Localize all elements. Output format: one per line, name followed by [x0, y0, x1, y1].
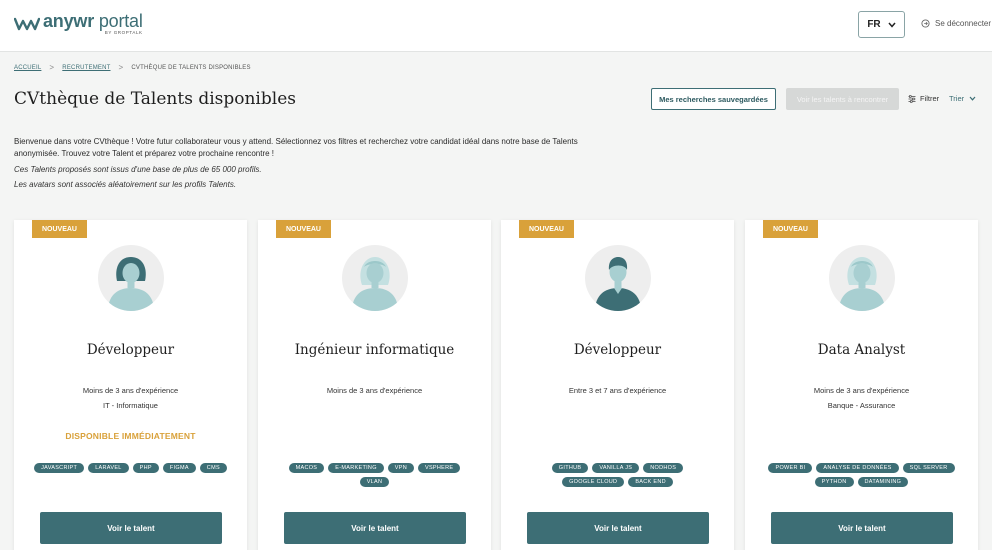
man-avatar-icon — [595, 257, 641, 311]
skill-tag: VLAN — [359, 477, 390, 487]
chevron-down-icon — [969, 96, 976, 101]
new-badge: NOUVEAU — [519, 220, 574, 238]
intro-avatar-info: Les avatars sont associés aléatoirement … — [14, 180, 237, 189]
woman-avatar-icon — [108, 257, 154, 311]
avatar — [342, 245, 408, 311]
skill-tag: VPN — [387, 463, 414, 473]
sort-label: Trier — [949, 94, 965, 103]
see-talents-to-meet-button[interactable]: Voir les talents à rencontrer — [786, 88, 899, 110]
skill-tag: SQL SERVER — [902, 463, 955, 473]
skill-tag: POWER BI — [768, 463, 813, 473]
talent-card: NOUVEAU Développeur Moins de 3 ans d'exp… — [14, 220, 247, 550]
breadcrumb-separator: > — [49, 63, 55, 72]
breadcrumb-current: CVTHÈQUE DE TALENTS DISPONIBLES — [131, 64, 251, 71]
skill-tags: JAVASCRIPT LARAVEL PHP FIGMA CMS — [34, 463, 227, 473]
skill-tag: JAVASCRIPT — [34, 463, 85, 473]
skill-tag: MACOS — [288, 463, 325, 473]
availability-text: DISPONIBLE IMMÉDIATEMENT — [65, 431, 196, 441]
avatar — [98, 245, 164, 311]
job-title: Développeur — [573, 342, 662, 358]
new-badge: NOUVEAU — [276, 220, 331, 238]
skill-tag: FIGMA — [162, 463, 196, 473]
job-title: Data Analyst — [817, 342, 906, 358]
avatar — [829, 245, 895, 311]
new-badge: NOUVEAU — [32, 220, 87, 238]
skill-tag: NODHOS — [643, 463, 684, 473]
sort-dropdown[interactable]: Trier — [949, 94, 976, 103]
logo-wave-icon — [14, 17, 40, 31]
skill-tags: GITHUB VANILLA JS NODHOS GOOGLE CLOUD BA… — [521, 463, 714, 487]
skill-tags: POWER BI ANALYSE DE DONNÉES SQL SERVER P… — [765, 463, 958, 487]
logout-label: Se déconnecter — [935, 19, 992, 28]
language-select[interactable]: FR — [858, 11, 905, 38]
skill-tag: DATAMINING — [857, 477, 909, 487]
filter-sliders-icon — [908, 94, 916, 103]
anywr-logo[interactable]: anywr portal BY GROPTALK — [14, 12, 143, 36]
logo-bold-text: anywr — [43, 11, 95, 31]
avatar — [585, 245, 651, 311]
breadcrumb-separator: > — [118, 63, 124, 72]
skill-tag: PHP — [132, 463, 159, 473]
skill-tag: GITHUB — [551, 463, 589, 473]
logout-link[interactable]: Se déconnecter — [921, 19, 991, 28]
talent-card: NOUVEAU Data Analyst Moins de 3 ans d'ex… — [745, 220, 978, 550]
saved-searches-button[interactable]: Mes recherches sauvegardées — [651, 88, 776, 110]
skill-tags: MACOS E-MARKETING VPN VSPHERE VLAN — [278, 463, 471, 487]
breadcrumb-home[interactable]: ACCUEIL — [14, 65, 41, 71]
chevron-down-icon — [888, 22, 896, 28]
experience-text: Moins de 3 ans d'expérience — [326, 386, 423, 395]
intro-text: Bienvenue dans votre CVthèque ! Votre fu… — [14, 136, 614, 194]
experience-text: Moins de 3 ans d'expérience — [813, 386, 910, 395]
logo-subtitle: BY GROPTALK — [104, 30, 143, 35]
skill-tag: CMS — [199, 463, 227, 473]
skill-tag: ANALYSE DE DONNÉES — [816, 463, 899, 473]
woman-avatar-icon — [352, 257, 398, 311]
breadcrumb-recruitment[interactable]: RECRUTEMENT — [62, 65, 110, 71]
skill-tag: E-MARKETING — [328, 463, 384, 473]
talent-card: NOUVEAU Développeur Entre 3 et 7 ans d'e… — [501, 220, 734, 550]
new-badge: NOUVEAU — [763, 220, 818, 238]
skill-tag: BACK END — [628, 477, 673, 487]
job-title: Développeur — [86, 342, 175, 358]
sector-text: Banque - Assurance — [827, 401, 896, 410]
filter-label: Filtrer — [920, 94, 940, 103]
experience-text: Entre 3 et 7 ans d'expérience — [568, 386, 667, 395]
skill-tag: GOOGLE CLOUD — [562, 477, 625, 487]
see-talent-button[interactable]: Voir le talent — [284, 512, 466, 544]
see-talent-button[interactable]: Voir le talent — [771, 512, 953, 544]
sector-text: IT - Informatique — [103, 401, 158, 410]
intro-welcome: Bienvenue dans votre CVthèque ! Votre fu… — [14, 137, 578, 158]
logout-icon — [921, 19, 930, 28]
page-title: CVthèque de Talents disponibles — [14, 89, 296, 109]
top-header: anywr portal BY GROPTALK FR Se déconnect… — [0, 0, 992, 52]
talent-card: NOUVEAU Ingénieur informatique Moins de … — [258, 220, 491, 550]
see-talent-button[interactable]: Voir le talent — [527, 512, 709, 544]
filter-button[interactable]: Filtrer — [908, 94, 939, 103]
breadcrumb: ACCUEIL > RECRUTEMENT > CVTHÈQUE DE TALE… — [14, 63, 251, 72]
experience-text: Moins de 3 ans d'expérience — [82, 386, 179, 395]
skill-tag: VANILLA JS — [592, 463, 640, 473]
skill-tag: VSPHERE — [418, 463, 461, 473]
language-value: FR — [867, 19, 881, 30]
woman-avatar-icon — [839, 257, 885, 311]
logo-light-text: portal — [98, 11, 143, 31]
intro-base-info: Ces Talents proposés sont issus d'une ba… — [14, 165, 262, 174]
see-talent-button[interactable]: Voir le talent — [40, 512, 222, 544]
job-title: Ingénieur informatique — [294, 342, 455, 358]
skill-tag: PYTHON — [814, 477, 854, 487]
skill-tag: LARAVEL — [88, 463, 129, 473]
